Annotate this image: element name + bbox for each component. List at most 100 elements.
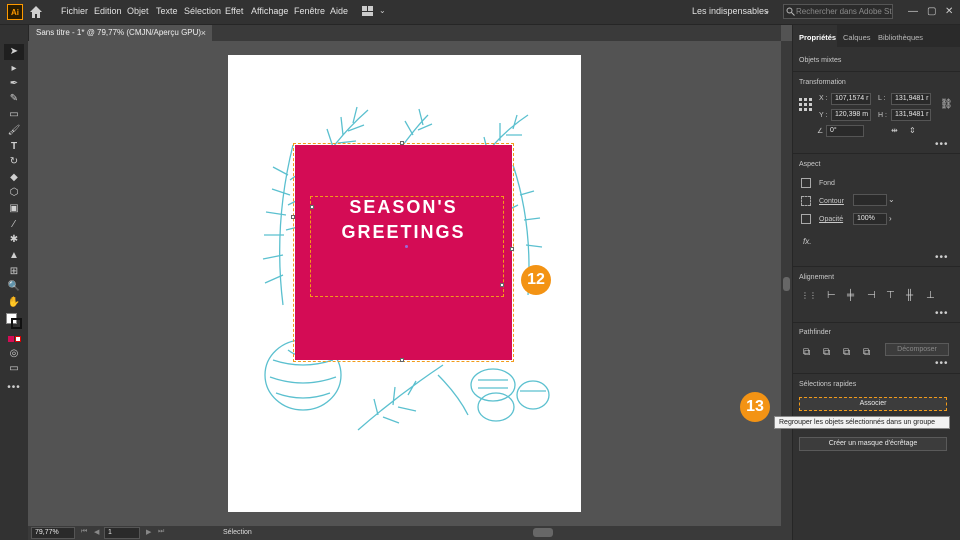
menu-texte[interactable]: Texte — [156, 6, 178, 16]
reference-point-icon[interactable] — [799, 98, 812, 111]
eyedropper-tool-icon[interactable]: ⁄ — [7, 218, 21, 232]
zoom-tool-icon[interactable]: 🔍 — [7, 280, 21, 294]
canvas-area[interactable]: SEASON'S GREETINGS 12 — [28, 41, 781, 526]
next-artboard-icon[interactable]: ▶ — [146, 528, 151, 536]
more-transform-options[interactable]: ••• — [935, 139, 949, 150]
y-field[interactable]: 120,398 m — [831, 109, 871, 121]
menu-fenetre[interactable]: Fenêtre — [294, 6, 325, 16]
selection-handle[interactable] — [400, 358, 404, 362]
width-field[interactable]: 131,9481 r — [891, 93, 931, 105]
greeting-red-rectangle[interactable]: SEASON'S GREETINGS — [295, 145, 512, 360]
opacity-label[interactable]: Opacité — [819, 216, 843, 223]
prev-artboard-icon[interactable]: ◀ — [94, 528, 99, 536]
height-field[interactable]: 131,9481 r — [891, 109, 931, 121]
home-icon[interactable] — [29, 5, 43, 19]
menu-fichier[interactable]: Fichier — [61, 6, 88, 16]
selection-handle[interactable] — [291, 215, 295, 219]
color-mode-icon[interactable] — [8, 336, 14, 342]
vertical-scrollbar[interactable] — [781, 41, 792, 526]
paintbrush-tool-icon[interactable]: 🖌 — [7, 124, 21, 138]
chevron-down-icon[interactable]: ⌄ — [379, 6, 386, 15]
align-right-icon[interactable]: ⊣ — [867, 290, 876, 301]
stroke-weight-field[interactable] — [853, 194, 887, 206]
hand-tool-icon[interactable]: ✋ — [7, 296, 21, 310]
curvature-tool-icon[interactable]: ✎ — [7, 92, 21, 106]
eraser-tool-icon[interactable]: ◆ — [7, 171, 21, 185]
selection-handle[interactable] — [400, 141, 404, 145]
menu-aide[interactable]: Aide — [330, 6, 348, 16]
artboard-tool-icon[interactable]: ⊞ — [7, 265, 21, 279]
x-field[interactable]: 107,1574 r — [831, 93, 871, 105]
tab-proprietes[interactable]: Propriétés — [799, 33, 836, 42]
fill-icon[interactable] — [801, 178, 811, 188]
stroke-swatch[interactable] — [11, 318, 22, 329]
document-tab[interactable]: Sans titre - 1* @ 79,77% (CMJN/Aperçu GP… — [24, 25, 212, 41]
arrange-documents-icon[interactable] — [362, 6, 374, 17]
chevron-right-icon[interactable]: › — [889, 214, 892, 223]
exclude-icon[interactable]: ⧉ — [863, 347, 870, 358]
constrain-proportions-icon[interactable]: ⛓ — [940, 99, 953, 110]
align-left-icon[interactable]: ⊢ — [827, 290, 836, 301]
menu-objet[interactable]: Objet — [127, 6, 149, 16]
direct-selection-tool-icon[interactable]: ▸ — [7, 62, 21, 76]
artboard-number-field[interactable]: 1 — [104, 527, 140, 539]
more-pathfinder-options[interactable]: ••• — [935, 358, 949, 369]
align-to-icon[interactable]: ⋮⋮ — [801, 291, 817, 300]
menu-edition[interactable]: Edition — [94, 6, 122, 16]
minimize-icon[interactable]: — — [908, 6, 918, 17]
horizontal-scroll-thumb[interactable] — [533, 528, 553, 537]
workspace-switcher[interactable]: Les indispensables — [692, 6, 769, 16]
align-bottom-icon[interactable]: ⊥ — [926, 290, 935, 301]
flip-vertical-icon[interactable]: ⇕ — [909, 126, 916, 135]
divider — [793, 266, 960, 267]
selection-handle[interactable] — [500, 283, 504, 287]
effects-icon[interactable]: fx. — [803, 237, 811, 246]
maximize-icon[interactable]: ▢ — [927, 6, 936, 17]
clipping-mask-button[interactable]: Créer un masque d'écrêtage — [799, 437, 947, 451]
stroke-icon[interactable] — [801, 196, 811, 206]
more-align-options[interactable]: ••• — [935, 308, 949, 319]
rotate-tool-icon[interactable]: ↻ — [7, 155, 21, 169]
shape-builder-tool-icon[interactable]: ⬡ — [7, 186, 21, 200]
gradient-tool-icon[interactable]: ▣ — [7, 202, 21, 216]
flip-horizontal-icon[interactable]: ⇹ — [891, 126, 898, 135]
intersect-icon[interactable]: ⧉ — [843, 347, 850, 358]
selection-handle[interactable] — [510, 247, 514, 251]
align-top-icon[interactable]: ⊤ — [886, 290, 895, 301]
zoom-field[interactable]: 79,77% — [31, 527, 75, 539]
menu-affichage[interactable]: Affichage — [251, 6, 288, 16]
rotation-field[interactable]: 0° — [826, 125, 864, 137]
align-middle-icon[interactable]: ╫ — [906, 290, 913, 301]
tab-bibliotheques[interactable]: Bibliothèques — [878, 33, 923, 42]
align-center-icon[interactable]: ╪ — [847, 290, 854, 301]
blend-tool-icon[interactable]: ✱ — [7, 233, 21, 247]
chevron-down-icon[interactable]: ⌄ — [763, 5, 771, 16]
minus-front-icon[interactable]: ⧉ — [823, 347, 830, 358]
pen-tool-icon[interactable]: ✒ — [7, 77, 21, 91]
unite-icon[interactable]: ⧉ — [803, 347, 810, 358]
scroll-thumb[interactable] — [783, 277, 790, 291]
tab-calques[interactable]: Calques — [843, 33, 871, 42]
edit-toolbar-icon[interactable]: ••• — [7, 381, 21, 395]
last-artboard-icon[interactable]: ⏭ — [158, 528, 164, 536]
menu-effet[interactable]: Effet — [225, 6, 243, 16]
more-aspect-options[interactable]: ••• — [935, 252, 949, 263]
selection-tool-icon[interactable]: ➤ — [7, 45, 21, 59]
none-mode-icon[interactable] — [15, 336, 21, 342]
group-button[interactable]: Associer — [799, 397, 947, 411]
stock-search-input[interactable]: Rechercher dans Adobe Stock — [783, 4, 893, 19]
draw-mode-icon[interactable]: ◎ — [7, 347, 21, 361]
symbol-sprayer-tool-icon[interactable]: ▲ — [7, 249, 21, 263]
rectangle-tool-icon[interactable]: ▭ — [7, 108, 21, 122]
selection-handle[interactable] — [310, 205, 314, 209]
screen-mode-icon[interactable]: ▭ — [7, 362, 21, 376]
close-window-icon[interactable]: ✕ — [945, 6, 953, 17]
first-artboard-icon[interactable]: ⏮ — [81, 528, 87, 536]
type-tool-icon[interactable]: T — [7, 140, 21, 154]
decompose-button[interactable]: Décomposer — [885, 343, 949, 356]
menu-selection[interactable]: Sélection — [184, 6, 221, 16]
stroke-label[interactable]: Contour — [819, 198, 844, 205]
opacity-field[interactable]: 100% — [853, 213, 887, 225]
chevron-down-icon[interactable]: ⌄ — [888, 195, 895, 204]
close-tab-icon[interactable]: × — [201, 25, 206, 41]
